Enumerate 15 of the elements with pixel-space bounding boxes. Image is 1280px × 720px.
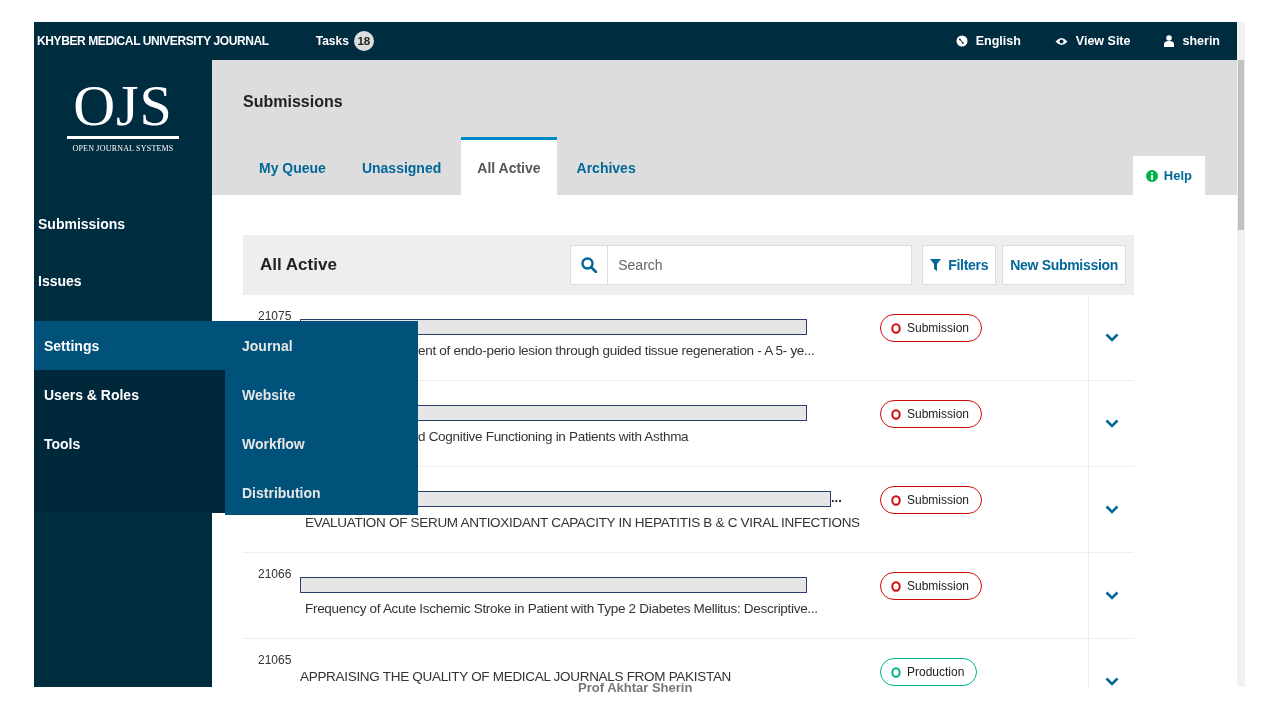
stage-badge: Submission <box>880 400 983 428</box>
stage-badge: Submission <box>880 486 983 514</box>
page-title: Submissions <box>243 92 344 112</box>
logo-wordmark: OJS <box>73 78 173 134</box>
stage-badge: Submission <box>880 314 983 342</box>
caption: Prof Akhtar Sherin <box>578 680 693 695</box>
submission-id: 21066 <box>258 567 293 581</box>
author-text: ... <box>831 491 842 505</box>
logo-tagline: OPEN JOURNAL SYSTEMS <box>72 144 174 153</box>
submission-id: 21065 <box>258 653 293 667</box>
list-title: All Active <box>260 255 338 275</box>
submission-id: 21075 <box>258 309 293 323</box>
stage-badge: Production <box>880 658 978 686</box>
stage-badge: Submission <box>880 572 983 600</box>
task-count-badge: 18 <box>353 31 374 51</box>
